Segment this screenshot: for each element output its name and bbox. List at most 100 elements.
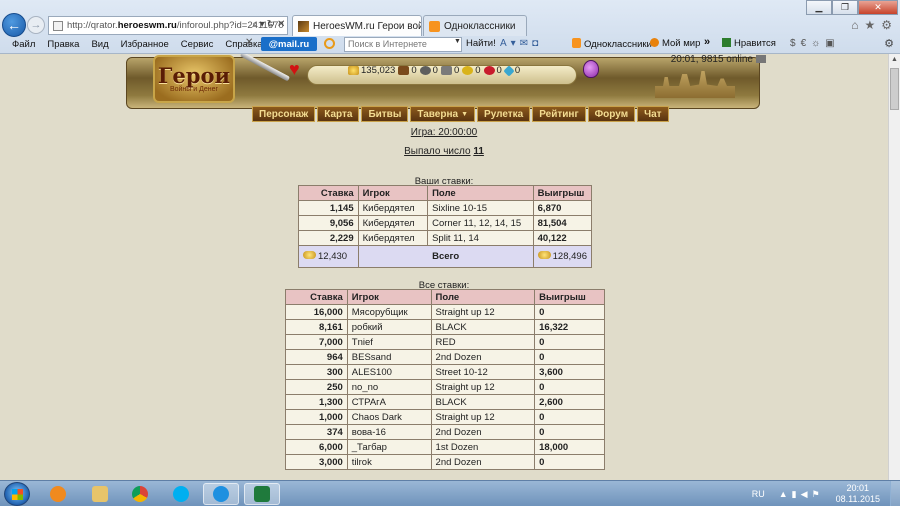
bet-cell: 2,229 — [298, 230, 359, 246]
field-cell: BLACK — [430, 319, 536, 335]
tab-title: Одноклассники — [444, 20, 516, 32]
screenshot-icon[interactable]: ◘ — [532, 38, 542, 49]
mana-potion-icon[interactable] — [583, 60, 599, 78]
toolbar-close-icon[interactable]: ✕ — [245, 37, 253, 48]
minimize-button[interactable]: ▁ — [806, 0, 832, 15]
media-player-icon — [50, 486, 66, 502]
taskbar-internet-explorer[interactable] — [203, 483, 239, 505]
language-indicator[interactable]: RU — [752, 489, 765, 499]
tab-heroeswm[interactable]: HeroesWM.ru Герои войн... ✕ — [292, 15, 422, 36]
tab-odnoklassniki[interactable]: Одноклассники — [423, 15, 527, 36]
win-cell: 0 — [534, 334, 605, 350]
resource-crystals: 0 — [483, 65, 502, 76]
address-tools[interactable]: ⌕▾↻✕ — [252, 19, 287, 30]
forward-button[interactable]: → — [27, 16, 45, 34]
gold-icon — [348, 66, 359, 75]
header-field: Поле — [430, 289, 536, 305]
table-row: 250 no_no Straight up 12 0 — [285, 379, 605, 395]
heart-icon[interactable]: ♥ — [289, 60, 300, 78]
search-icon[interactable]: ⌕ — [252, 19, 260, 30]
menu-tavern[interactable]: Таверна ▼ — [410, 106, 476, 122]
mail-icon[interactable]: ✉ — [520, 38, 532, 49]
table-row: 300 ALES100 Street 10-12 3,600 — [285, 364, 605, 380]
volume-icon[interactable]: ◀ — [801, 489, 812, 499]
gear-icon[interactable]: ⚙ — [881, 18, 892, 32]
menu-rating[interactable]: Рейтинг — [532, 106, 586, 122]
folder-icon — [92, 486, 108, 502]
menu-chat[interactable]: Чат — [637, 106, 669, 122]
find-button[interactable]: Найти! — [466, 38, 496, 49]
tray-clock[interactable]: 20:01 08.11.2015 — [836, 483, 880, 505]
game-menu: Персонаж Карта Битвы Таверна ▼ Рулетка Ре… — [252, 106, 671, 122]
mailru-logo[interactable]: @mail.ru — [261, 37, 317, 51]
menu-toolbar-row: Файл Правка Вид Избранное Сервис Справка… — [0, 35, 900, 53]
win-cell: 0 — [534, 304, 605, 320]
menu-roulette[interactable]: Рулетка — [477, 106, 531, 122]
start-button[interactable] — [4, 482, 30, 506]
widget-icon[interactable]: ▣ — [825, 38, 839, 49]
menu-view[interactable]: Вид — [91, 39, 108, 50]
menu-file[interactable]: Файл — [12, 39, 35, 50]
taskbar-skype[interactable] — [163, 483, 199, 505]
more-chevron-icon[interactable]: » — [704, 36, 710, 48]
odnoklassniki-link[interactable]: Одноклассники — [572, 38, 652, 50]
translate-icon[interactable]: A — [500, 38, 511, 49]
toolbar-extra-icons: $€☼▣ — [790, 38, 840, 49]
toolbar-gear-icon[interactable]: ⚙ — [884, 37, 894, 50]
chrome-icon — [132, 486, 148, 502]
win-cell: 0 — [534, 454, 605, 470]
menu-edit[interactable]: Правка — [47, 39, 79, 50]
close-window-button[interactable]: ✕ — [858, 0, 898, 15]
table-row: 1,300 СТРАгА BLACK 2,600 — [285, 394, 605, 410]
all-bets-table: Ставка Игрок Поле Выигрыш 16,000 Мясорубщ… — [285, 289, 605, 470]
game-logo[interactable]: Герои Войны и Денег — [153, 55, 235, 103]
game-time-link[interactable]: Игра: 20:00:00 — [0, 127, 888, 138]
menu-favorites[interactable]: Избранное — [121, 39, 169, 50]
euro-icon[interactable]: € — [801, 38, 812, 49]
menu-forum[interactable]: Форум — [587, 106, 636, 122]
taskbar-explorer[interactable] — [82, 483, 118, 505]
chevron-down-icon[interactable]: ▼ — [461, 111, 468, 118]
menu-battles[interactable]: Битвы — [361, 106, 409, 122]
moy-mir-link[interactable]: Мой мир — [650, 38, 700, 49]
flag-icon[interactable]: ⚑ — [812, 489, 824, 499]
search-input[interactable]: Поиск в Интернете — [344, 37, 462, 52]
chevron-down-icon[interactable]: ▾ — [260, 19, 267, 30]
tray-arrow-icon[interactable]: ▲ — [779, 489, 792, 499]
like-link[interactable]: Нравится — [722, 38, 776, 49]
bet-cell: 300 — [285, 364, 348, 380]
chevron-down-icon[interactable]: ▼ — [454, 38, 461, 45]
dollar-icon[interactable]: $ — [790, 38, 801, 49]
favorites-star-icon[interactable]: ★ — [864, 18, 875, 32]
player-cell: Кибердятел — [357, 215, 429, 231]
win-cell: 40,122 — [532, 230, 593, 246]
close-icon[interactable]: ✕ — [277, 19, 287, 30]
taskbar-chrome[interactable] — [122, 483, 158, 505]
taskbar-media-player[interactable] — [40, 483, 76, 505]
weather-icon[interactable]: ☼ — [811, 38, 825, 49]
table-row: 964 BESsand 2nd Dozen 0 — [285, 349, 605, 365]
web-page: Герои Войны и Денег ♥ 20:01, 9815 online… — [0, 54, 888, 480]
excel-icon — [254, 486, 270, 502]
menu-character[interactable]: Персонаж — [252, 106, 316, 122]
menu-tools[interactable]: Сервис — [181, 39, 214, 50]
maximize-button[interactable]: ❐ — [832, 0, 858, 15]
scroll-thumb[interactable] — [890, 68, 899, 110]
menu-help[interactable]: Справка — [225, 39, 262, 50]
win-cell: 0 — [534, 349, 605, 365]
header-win: Выигрыш — [534, 289, 605, 305]
chevron-down-icon[interactable]: ▾ — [511, 38, 520, 49]
refresh-icon[interactable]: ↻ — [267, 19, 277, 30]
back-button[interactable]: ← — [2, 13, 26, 37]
field-cell: 2nd Dozen — [430, 424, 536, 440]
network-icon[interactable]: ▮ — [792, 489, 801, 499]
menu-map[interactable]: Карта — [317, 106, 360, 122]
header-player: Игрок — [357, 185, 429, 201]
show-desktop-button[interactable] — [890, 481, 900, 506]
resource-sulfur: 0 — [462, 65, 481, 76]
field-cell: Split 11, 14 — [427, 230, 534, 246]
home-icon[interactable]: ⌂ — [851, 18, 858, 32]
page-scrollbar[interactable]: ▲ — [888, 54, 900, 480]
scroll-up-icon[interactable]: ▲ — [889, 54, 900, 66]
taskbar-excel[interactable] — [244, 483, 280, 505]
